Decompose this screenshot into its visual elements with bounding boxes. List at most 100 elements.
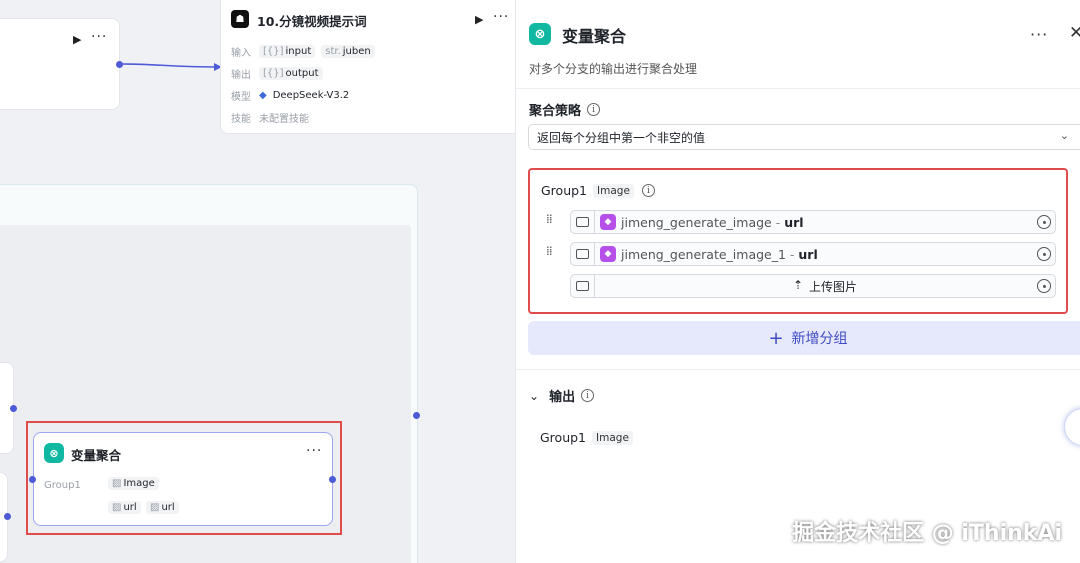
chip-name: url: [123, 502, 137, 513]
chip-name: juben: [342, 46, 371, 57]
storyboard-node[interactable]: ☗ 10.分镜视频提示词 ▶ ··· 输入 [{}] input str. jube…: [220, 0, 515, 134]
plugin-cube-icon: ◆: [600, 246, 616, 262]
chevron-down-icon[interactable]: ⌄: [529, 389, 539, 403]
image-icon: ▨: [150, 502, 160, 513]
output-heading[interactable]: ⌄ 输出 i: [529, 386, 595, 405]
skill-row: 技能 未配置技能: [231, 110, 309, 125]
plus-icon: +: [768, 327, 784, 349]
group-type-tag: Image: [593, 183, 634, 198]
chip-prefix: str.: [325, 46, 341, 57]
add-group-button[interactable]: + 新增分组: [528, 321, 1080, 355]
output-row: 输出 [{}] output: [231, 66, 323, 81]
edge-to-storyboard: [119, 63, 221, 68]
drag-handle-icon[interactable]: ⁞⁞: [546, 213, 553, 225]
info-icon[interactable]: i: [641, 184, 655, 197]
group-name: Group1: [541, 183, 588, 198]
group-highlight: Group1 Image i ⁞⁞ ◆ jimeng_generate_imag…: [528, 168, 1068, 314]
add-group-label: 新增分组: [791, 331, 848, 347]
variable-field: url: [798, 246, 818, 262]
strategy-heading: 聚合策略 i: [529, 100, 601, 119]
input-chip: [{}] input: [259, 45, 316, 58]
output-label: 输出: [549, 390, 576, 405]
aggregate-icon: ⊗: [44, 443, 64, 463]
variable-source: jimeng_generate_image: [621, 214, 772, 230]
upload-row[interactable]: ⇡ 上传图片: [570, 274, 1056, 298]
skill-label: 技能: [231, 114, 251, 125]
variable-source: jimeng_generate_image_1: [621, 246, 786, 262]
chip-name: url: [161, 502, 175, 513]
upload-label: 上传图片: [809, 279, 858, 294]
node-title: 10.分镜视频提示词: [257, 14, 367, 29]
deepseek-whale-icon: ◆: [259, 90, 267, 101]
variable-separator: -: [785, 246, 799, 262]
var-chip: ▨ url: [108, 501, 141, 514]
chevron-down-icon: ⌄: [1059, 129, 1069, 142]
image-icon: [571, 243, 595, 265]
more-icon[interactable]: ···: [306, 443, 322, 459]
output-item: Group1 Image: [540, 430, 633, 445]
more-icon[interactable]: ···: [1030, 25, 1048, 44]
panel-title: 变量聚合: [562, 27, 627, 46]
var-chip: ▨ url: [146, 501, 179, 514]
variable-picker-icon[interactable]: [1037, 279, 1051, 293]
input-port[interactable]: [29, 476, 36, 483]
upload-icon: ⇡: [792, 277, 804, 292]
more-icon[interactable]: ···: [91, 29, 107, 45]
upload-button[interactable]: ⇡ 上传图片: [595, 278, 1055, 295]
node-title: 变量聚合: [71, 448, 122, 463]
output-name: Group1: [540, 430, 587, 445]
strategy-select[interactable]: 返回每个分组中第一个非空的值 ⌄: [528, 124, 1080, 150]
loop-output-port[interactable]: [413, 412, 420, 419]
play-icon[interactable]: ▶: [73, 33, 81, 46]
image-icon: ▨: [112, 478, 122, 489]
output-chip: [{}] output: [259, 67, 323, 80]
variable-row[interactable]: ◆ jimeng_generate_image - url: [570, 210, 1056, 234]
close-icon[interactable]: ✕: [1069, 23, 1080, 43]
workflow-canvas[interactable]: ▶ ··· ☗ 10.分镜视频提示词 ▶ ··· 输入 [{}] input st…: [0, 0, 515, 563]
model-label: 模型: [231, 92, 251, 103]
branch-port[interactable]: [4, 513, 11, 520]
chip-prefix: [{}]: [263, 46, 284, 57]
output-port[interactable]: [329, 476, 336, 483]
image-icon: [571, 211, 595, 233]
aggregate-icon: ⊗: [529, 23, 551, 45]
variable-picker-icon[interactable]: [1037, 215, 1051, 229]
input-label: 输入: [231, 48, 251, 59]
variable-picker-icon[interactable]: [1037, 247, 1051, 261]
chip-name: Image: [123, 478, 155, 489]
variable-row[interactable]: ◆ jimeng_generate_image_1 - url: [570, 242, 1056, 266]
info-icon[interactable]: i: [581, 389, 595, 402]
agent-logo-icon: ☗: [231, 10, 249, 28]
branch-port[interactable]: [10, 405, 17, 412]
divider: [516, 369, 1080, 370]
output-label: 输出: [231, 70, 251, 81]
watermark: 掘金技术社区 @ iThinkAi: [792, 521, 1062, 546]
model-value: DeepSeek-V3.2: [272, 90, 350, 101]
strategy-value: 返回每个分组中第一个非空的值: [537, 130, 706, 145]
play-icon[interactable]: ▶: [475, 13, 483, 26]
input-chip: str. juben: [321, 45, 375, 58]
aggregator-node[interactable]: ⊗ 变量聚合 ··· Group1 ▨ Image ▨ url ▨ url: [33, 432, 333, 526]
more-icon[interactable]: ···: [493, 9, 509, 25]
image-icon: [571, 275, 595, 297]
panel-description: 对多个分支的输出进行聚合处理: [529, 62, 698, 76]
output-type-tag: Image: [592, 430, 633, 445]
node-config-panel: ⊗ 变量聚合 ··· ✕ 对多个分支的输出进行聚合处理 聚合策略 i 返回每个分…: [515, 0, 1080, 563]
image-icon: ▨: [112, 502, 122, 513]
plugin-cube-icon: ◆: [600, 214, 616, 230]
variable-separator: -: [771, 214, 785, 230]
chip-name: output: [285, 68, 319, 79]
variable-field: url: [784, 214, 804, 230]
output-port[interactable]: [116, 61, 123, 68]
skill-value: 未配置技能: [259, 114, 309, 125]
chip-prefix: [{}]: [263, 68, 284, 79]
info-icon[interactable]: i: [587, 103, 601, 116]
strategy-label: 聚合策略: [529, 104, 582, 119]
model-row: 模型 ◆ DeepSeek-V3.2: [231, 88, 349, 103]
floating-assistant-button[interactable]: [1064, 408, 1080, 446]
upstream-node[interactable]: ▶ ···: [0, 18, 120, 110]
chip-name: input: [285, 46, 312, 57]
group-header: Group1 Image i: [541, 183, 655, 198]
drag-handle-icon[interactable]: ⁞⁞: [546, 245, 553, 257]
divider: [516, 88, 1080, 89]
